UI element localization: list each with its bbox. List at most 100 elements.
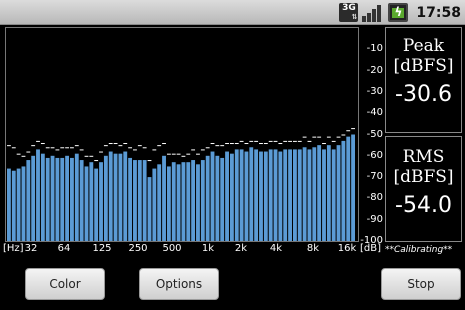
spectrum-bar [341, 140, 346, 241]
spectrum-bar [171, 162, 176, 241]
peak-hold-marker [200, 149, 205, 151]
spectrum-chart [7, 128, 355, 241]
spectrum-bar [312, 147, 317, 241]
peak-hold-marker [254, 140, 259, 142]
peak-hold-marker [113, 143, 118, 145]
spectrum-bar [45, 157, 50, 241]
peak-hold-marker [239, 140, 244, 142]
y-tick-label: -60 [366, 149, 383, 161]
peak-hold-marker [312, 136, 317, 138]
peak-hold-marker [326, 136, 331, 138]
peak-label: Peak [402, 36, 445, 56]
peak-hold-marker [40, 143, 45, 145]
spectrum-bar [137, 160, 142, 241]
peak-hold-marker [244, 143, 249, 145]
peak-hold-marker [79, 149, 84, 151]
spectrum-bar [181, 162, 186, 241]
calibrating-status: **Calibrating** [385, 245, 453, 255]
peak-hold-marker [70, 147, 74, 149]
peak-hold-marker [103, 145, 108, 147]
peak-hold-marker [331, 140, 336, 142]
options-button[interactable]: Options [139, 268, 219, 300]
color-button[interactable]: Color [25, 268, 105, 300]
rms-label: RMS [402, 147, 445, 167]
peak-hold-marker [16, 153, 21, 155]
peak-hold-marker [186, 153, 191, 155]
spectrum-bar [108, 151, 113, 241]
spectrum-bar [346, 136, 351, 241]
spectrum-bar [249, 147, 254, 241]
y-tick-label: -10 [366, 43, 383, 55]
peak-hold-marker [94, 160, 99, 162]
rms-panel: RMS [dBFS] -54.0 [385, 136, 462, 242]
spectrum-bar [147, 177, 152, 241]
x-tick-label: 16k [337, 243, 357, 254]
x-tick-label: 250 [128, 243, 148, 254]
spectrum-bar [292, 149, 297, 241]
spectrum-bar [26, 160, 31, 241]
spectrum-bar [220, 157, 225, 241]
spectrum-bar [89, 162, 94, 241]
rms-unit: [dBFS] [393, 167, 454, 187]
peak-hold-marker [205, 147, 210, 149]
peak-hold-marker [118, 145, 123, 147]
spectrum-bar [7, 168, 11, 241]
peak-hold-marker [147, 160, 152, 162]
spectrum-bar [297, 149, 302, 241]
x-tick-label: 500 [162, 243, 182, 254]
spectrum-bar [11, 170, 16, 241]
peak-hold-marker [210, 143, 215, 145]
spectrum-bar [176, 164, 181, 241]
y-axis-labels: -10 -20 -30 -40 -50 -60 -70 -80 -90 -100 [360, 27, 385, 246]
spectrum-bar [152, 168, 157, 241]
y-tick-label: -80 [366, 192, 383, 204]
spectrum-bar [21, 166, 26, 241]
peak-hold-marker [288, 140, 292, 142]
spectrum-bar [205, 155, 210, 241]
spectrum-bar [210, 151, 215, 241]
y-tick-label: -30 [366, 85, 383, 97]
peak-hold-marker [50, 147, 55, 149]
peak-hold-marker [234, 143, 239, 145]
peak-hold-marker [171, 153, 176, 155]
peak-hold-marker [220, 145, 225, 147]
spectrum-bar [234, 149, 239, 241]
y-tick-label: -20 [366, 64, 383, 76]
peak-hold-marker [346, 130, 351, 132]
peak-hold-marker [297, 140, 302, 142]
spectrum-graph [5, 27, 359, 242]
spectrum-bar [99, 162, 103, 241]
network-label: 3G [342, 3, 356, 13]
spectrum-bar [40, 153, 45, 241]
spectrum-bar [162, 155, 166, 241]
spectrum-bar [200, 160, 205, 241]
spectrum-bar [103, 155, 108, 241]
peak-hold-marker [278, 143, 283, 145]
peak-hold-marker [307, 140, 312, 142]
spectrum-bar [157, 164, 162, 241]
spectrum-bar [94, 168, 99, 241]
peak-hold-marker [36, 140, 40, 142]
spectrum-bar [283, 149, 288, 241]
spectrum-bar [74, 153, 79, 241]
spectrum-bar [302, 147, 307, 241]
stop-button[interactable]: Stop [381, 268, 461, 300]
peak-panel: Peak [dBFS] -30.6 [385, 27, 462, 133]
x-tick-label: 64 [57, 243, 71, 254]
peak-hold-marker [225, 143, 229, 145]
spectrum-bar [229, 153, 234, 241]
peak-hold-marker [128, 147, 133, 149]
spectrum-bar [186, 162, 191, 241]
spectrum-bar [239, 149, 244, 241]
peak-hold-marker [351, 128, 355, 130]
signal-strength-icon [362, 3, 384, 22]
peak-hold-marker [137, 145, 142, 147]
spectrum-bar [326, 145, 331, 241]
spectrum-bar [166, 166, 171, 241]
peak-hold-marker [292, 140, 297, 142]
x-tick-label: 2k [234, 243, 248, 254]
spectrum-bar [113, 153, 118, 241]
peak-hold-marker [152, 149, 157, 151]
spectrum-bar [331, 149, 336, 241]
peak-value: -30.6 [395, 82, 452, 107]
